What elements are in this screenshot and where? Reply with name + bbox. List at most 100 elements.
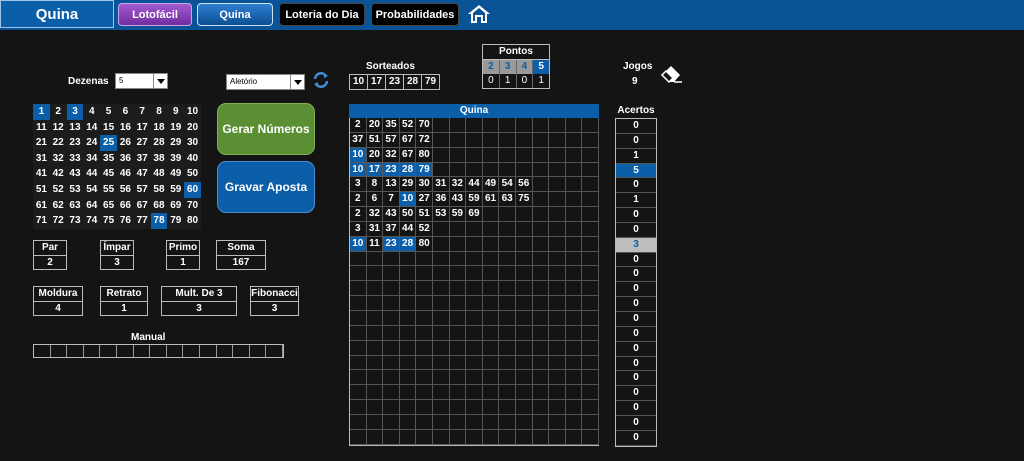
number-cell[interactable]: 48 [150,166,168,182]
number-cell[interactable]: 61 [33,197,50,214]
number-cell[interactable]: 4 [83,104,101,120]
number-cell[interactable]: 77 [133,213,151,229]
number-cell[interactable]: 15 [100,119,117,136]
number-cell[interactable]: 2 [49,104,67,120]
number-cell[interactable]: 52 [49,181,67,198]
number-cell[interactable]: 67 [133,197,151,214]
number-cell[interactable]: 37 [133,150,151,167]
number-cell[interactable]: 69 [167,197,185,214]
nav-quina-button[interactable]: Quina [197,3,273,26]
manual-cell[interactable] [150,345,167,357]
manual-cell[interactable] [167,345,184,357]
eraser-icon[interactable] [660,64,684,84]
number-cell[interactable]: 60 [184,181,201,198]
number-cell[interactable]: 10 [184,104,201,120]
number-cell[interactable]: 5 [100,104,117,120]
dezenas-select[interactable]: 5 [115,73,168,89]
gerar-numeros-button[interactable]: Gerar Números [217,103,315,155]
number-cell[interactable]: 25 [100,135,117,151]
manual-cell[interactable] [51,345,68,357]
number-cell[interactable]: 23 [66,135,84,151]
home-icon[interactable] [466,3,492,25]
number-cell[interactable]: 28 [150,135,168,151]
number-cell[interactable]: 19 [167,119,185,136]
number-cell[interactable]: 62 [49,197,67,214]
number-cell[interactable]: 80 [184,213,201,229]
number-cell[interactable]: 66 [116,197,134,214]
number-cell[interactable]: 18 [150,119,168,136]
number-cell[interactable]: 39 [167,150,185,167]
number-cell[interactable]: 51 [33,181,50,198]
number-cell[interactable]: 35 [100,150,117,167]
number-cell[interactable]: 16 [116,119,134,136]
manual-input-row[interactable] [33,344,284,358]
number-cell[interactable]: 26 [116,135,134,151]
mode-select[interactable]: Aletório [226,74,305,90]
number-cell[interactable]: 55 [100,181,117,198]
number-cell[interactable]: 43 [66,166,84,182]
number-cell[interactable]: 36 [116,150,134,167]
number-cell[interactable]: 50 [184,166,201,182]
number-cell[interactable]: 78 [150,213,168,229]
manual-cell[interactable] [200,345,217,357]
number-cell[interactable]: 79 [167,213,185,229]
number-cell[interactable]: 22 [49,135,67,151]
number-cell[interactable]: 46 [116,166,134,182]
number-cell[interactable]: 32 [49,150,67,167]
number-cell[interactable]: 27 [133,135,151,151]
nav-probabilidades-button[interactable]: Probabilidades [371,3,459,26]
manual-cell[interactable] [233,345,250,357]
number-cell[interactable]: 12 [49,119,67,136]
number-cell[interactable]: 56 [116,181,134,198]
number-cell[interactable]: 58 [150,181,168,198]
number-cell[interactable]: 71 [33,213,50,229]
number-cell[interactable]: 45 [100,166,117,182]
manual-cell[interactable] [250,345,267,357]
number-cell[interactable]: 30 [184,135,201,151]
number-cell[interactable]: 34 [83,150,101,167]
refresh-icon[interactable] [312,71,330,89]
number-cell[interactable]: 64 [83,197,101,214]
number-cell[interactable]: 9 [167,104,185,120]
number-cell[interactable]: 17 [133,119,151,136]
number-cell[interactable]: 29 [167,135,185,151]
number-cell[interactable]: 21 [33,135,50,151]
number-cell[interactable]: 73 [66,213,84,229]
number-cell[interactable]: 59 [167,181,185,198]
number-cell[interactable]: 11 [33,119,50,136]
number-cell[interactable]: 44 [83,166,101,182]
manual-cell[interactable] [67,345,84,357]
manual-cell[interactable] [117,345,134,357]
number-cell[interactable]: 1 [33,104,50,120]
number-cell[interactable]: 42 [49,166,67,182]
number-cell[interactable]: 33 [66,150,84,167]
number-cell[interactable]: 8 [150,104,168,120]
manual-cell[interactable] [266,345,283,357]
number-cell[interactable]: 57 [133,181,151,198]
number-cell[interactable]: 7 [133,104,151,120]
manual-cell[interactable] [183,345,200,357]
number-cell[interactable]: 3 [66,104,84,120]
manual-cell[interactable] [100,345,117,357]
number-cell[interactable]: 38 [150,150,168,167]
manual-cell[interactable] [134,345,151,357]
number-cell[interactable]: 31 [33,150,50,167]
manual-cell[interactable] [84,345,101,357]
number-cell[interactable]: 14 [83,119,101,136]
nav-lotofacil-button[interactable]: Lotofácil [118,3,192,26]
number-cell[interactable]: 65 [100,197,117,214]
number-cell[interactable]: 24 [83,135,101,151]
gravar-aposta-button[interactable]: Gravar Aposta [217,161,315,213]
manual-cell[interactable] [34,345,51,357]
number-cell[interactable]: 41 [33,166,50,182]
nav-loteria-do-dia-button[interactable]: Loteria do Dia [279,3,365,26]
number-cell[interactable]: 75 [100,213,117,229]
number-cell[interactable]: 70 [184,197,201,214]
number-cell[interactable]: 13 [66,119,84,136]
number-cell[interactable]: 6 [116,104,134,120]
number-cell[interactable]: 72 [49,213,67,229]
number-cell[interactable]: 74 [83,213,101,229]
number-cell[interactable]: 40 [184,150,201,167]
manual-cell[interactable] [217,345,234,357]
number-cell[interactable]: 76 [116,213,134,229]
